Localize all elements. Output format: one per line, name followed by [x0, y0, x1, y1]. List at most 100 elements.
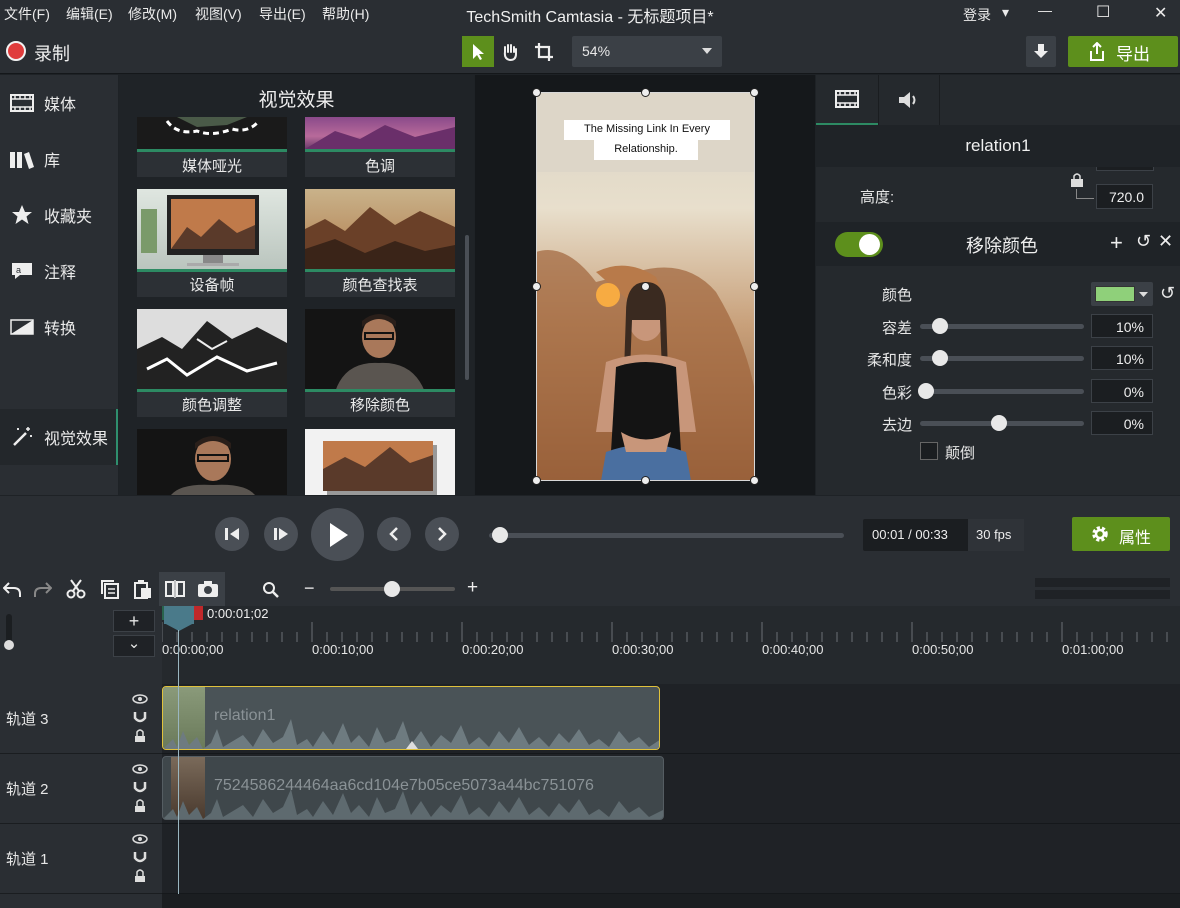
- resize-handle[interactable]: [750, 282, 759, 291]
- resize-handle[interactable]: [532, 282, 541, 291]
- resize-handle[interactable]: [532, 476, 541, 485]
- effect-remove-color[interactable]: 移除颜色: [305, 309, 455, 417]
- step-forward-button[interactable]: [264, 517, 298, 551]
- softness-input[interactable]: 10%: [1091, 346, 1153, 370]
- height-input[interactable]: 720.0: [1096, 184, 1153, 209]
- tab-visual-properties[interactable]: [816, 75, 878, 125]
- resize-handle[interactable]: [641, 88, 650, 97]
- minimize-button[interactable]: —: [1038, 2, 1052, 18]
- hue-slider-knob[interactable]: [918, 383, 934, 399]
- panel-scrollbar[interactable]: [465, 235, 469, 380]
- track-lane-1[interactable]: [162, 824, 1180, 894]
- playhead-handle[interactable]: [164, 606, 194, 624]
- play-icon: [329, 522, 348, 547]
- previous-button[interactable]: [377, 517, 411, 551]
- left-sidebar: 媒体 库 收藏夹 a 注释 转换 视觉效果 更多: [0, 75, 118, 570]
- properties-panel: relation1 高度: 720.0 移除颜色 + ↺ ✕ 颜色 ↺ 容差 1…: [816, 75, 1180, 495]
- crop-tool-button[interactable]: [528, 36, 560, 67]
- defringe-slider-knob[interactable]: [991, 415, 1007, 431]
- playback-scrubber[interactable]: [489, 533, 844, 538]
- clip-marker-icon[interactable]: [406, 741, 418, 749]
- track-visibility-icon[interactable]: [132, 834, 148, 882]
- effect-color-adjustment[interactable]: 颜色调整: [137, 309, 287, 417]
- resize-handle[interactable]: [750, 476, 759, 485]
- record-icon[interactable]: [6, 41, 26, 61]
- defringe-input[interactable]: 0%: [1091, 411, 1153, 435]
- softness-slider-knob[interactable]: [932, 350, 948, 366]
- zoom-in-button[interactable]: +: [467, 577, 478, 599]
- track-header-1[interactable]: 轨道 1: [0, 824, 162, 894]
- sidebar-item-media[interactable]: 媒体: [0, 75, 118, 131]
- reset-color-icon[interactable]: ↺: [1160, 283, 1175, 304]
- clip-video[interactable]: 7524586244464aa6cd104e7b05ce5073a44bc751…: [162, 756, 664, 820]
- play-button[interactable]: [311, 508, 364, 561]
- copy-icon[interactable]: [100, 579, 120, 599]
- clip-relation1[interactable]: relation1: [162, 686, 660, 750]
- properties-button[interactable]: 属性: [1072, 517, 1170, 551]
- sidebar-item-transitions[interactable]: 转换: [0, 299, 118, 355]
- record-button[interactable]: 录制: [34, 40, 70, 66]
- track-header-2[interactable]: 轨道 2: [0, 754, 162, 824]
- tab-audio-properties[interactable]: [878, 75, 940, 125]
- effect-toggle[interactable]: [835, 232, 883, 257]
- login-caret-icon[interactable]: ▾: [1002, 4, 1009, 21]
- rotate-handle[interactable]: [641, 282, 650, 291]
- zoom-select[interactable]: 54%: [572, 36, 722, 67]
- effect-lut[interactable]: 颜色查找表: [305, 189, 455, 297]
- download-button[interactable]: [1026, 36, 1056, 67]
- select-tool-button[interactable]: [462, 36, 494, 67]
- preview-canvas[interactable]: The Missing Link In Every Relationship.: [475, 75, 815, 495]
- maximize-button[interactable]: ☐: [1096, 2, 1110, 22]
- sidebar-item-library[interactable]: 库: [0, 131, 118, 187]
- color-picker[interactable]: [1091, 282, 1153, 306]
- lock-icon[interactable]: [1069, 172, 1085, 188]
- effect-thumbnail-partial[interactable]: [305, 429, 455, 495]
- track-height-knob[interactable]: [4, 640, 14, 650]
- camera-icon[interactable]: [197, 580, 219, 598]
- collapse-tracks-button[interactable]: ⌄: [113, 635, 155, 657]
- effect-media-matte[interactable]: 媒体哑光: [137, 117, 287, 177]
- timeline-horizontal-scrollbar[interactable]: [162, 894, 1180, 908]
- resize-handle[interactable]: [641, 476, 650, 485]
- search-icon[interactable]: [262, 581, 280, 599]
- resize-handle[interactable]: [750, 88, 759, 97]
- sidebar-item-annotations[interactable]: a 注释: [0, 243, 118, 299]
- close-button[interactable]: ✕: [1154, 3, 1167, 23]
- width-field-partial[interactable]: [1096, 167, 1154, 171]
- timeline-zoom-knob[interactable]: [384, 581, 400, 597]
- invert-checkbox[interactable]: [920, 442, 938, 460]
- reset-effect-button[interactable]: ↺: [1136, 231, 1151, 252]
- undo-icon[interactable]: [3, 580, 21, 598]
- scrubber-knob[interactable]: [491, 527, 508, 543]
- add-track-button[interactable]: +: [113, 610, 155, 632]
- export-button[interactable]: 导出: [1068, 36, 1178, 67]
- track-visibility-icon[interactable]: [132, 764, 148, 812]
- tolerance-slider-knob[interactable]: [932, 318, 948, 334]
- cut-icon[interactable]: [66, 579, 86, 599]
- track-visibility-icon[interactable]: [132, 694, 148, 742]
- resize-handle[interactable]: [532, 88, 541, 97]
- remove-effect-button[interactable]: ✕: [1158, 231, 1173, 252]
- next-button[interactable]: [425, 517, 459, 551]
- zoom-out-button[interactable]: −: [304, 578, 315, 599]
- effect-device-frame[interactable]: 设备帧: [137, 189, 287, 297]
- paste-icon[interactable]: [133, 579, 153, 599]
- tolerance-input[interactable]: 10%: [1091, 314, 1153, 338]
- effect-colorize[interactable]: 色调: [305, 117, 455, 177]
- track-lane-3[interactable]: relation1: [162, 684, 1180, 754]
- hue-input[interactable]: 0%: [1091, 379, 1153, 403]
- pan-tool-button[interactable]: [494, 36, 526, 67]
- sidebar-item-favorites[interactable]: 收藏夹: [0, 187, 118, 243]
- step-back-button[interactable]: [215, 517, 249, 551]
- hue-slider[interactable]: [920, 389, 1084, 394]
- redo-icon[interactable]: [34, 580, 52, 598]
- sidebar-item-visual-effects[interactable]: 视觉效果: [0, 409, 118, 465]
- time-readout: 00:01 / 00:33: [872, 527, 948, 542]
- add-keyframe-button[interactable]: +: [1110, 230, 1123, 256]
- login-link[interactable]: 登录: [963, 5, 991, 25]
- defringe-label: 去边: [881, 417, 912, 434]
- split-icon[interactable]: [165, 580, 185, 598]
- track-lane-2[interactable]: 7524586244464aa6cd104e7b05ce5073a44bc751…: [162, 754, 1180, 824]
- effect-thumbnail-partial[interactable]: [137, 429, 287, 495]
- track-header-3[interactable]: 轨道 3: [0, 684, 162, 754]
